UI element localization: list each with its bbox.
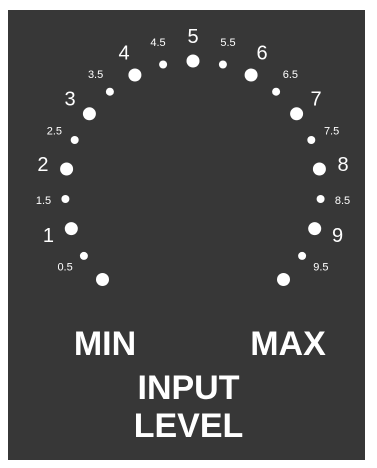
title-line-1: INPUT — [137, 369, 240, 407]
dial-label-4: 4 — [118, 43, 129, 65]
dial-dot-6 — [244, 68, 258, 82]
dial-marks: 0.5 1 1.5 2 2.5 3 3.5 4 4.5 5 5.5 6 6.5 7 7.5 8 8.5 9 9.5 — [36, 26, 350, 286]
dial-label-2: 2 — [37, 154, 48, 176]
dial-dot-10 — [277, 273, 290, 286]
dial-label-3-5: 3.5 — [88, 69, 103, 81]
dial-dot-9-5 — [298, 251, 307, 260]
dial-dot-3 — [82, 107, 96, 121]
dial-label-5: 5 — [187, 26, 198, 48]
dial-label-6: 6 — [256, 43, 267, 65]
dial-label-4-5: 4.5 — [150, 37, 165, 49]
dial-dot-4-5 — [159, 60, 168, 69]
dial-dot-4 — [128, 68, 142, 82]
dial-dot-6-5 — [272, 87, 281, 96]
dial-dot-7 — [290, 107, 304, 121]
dial-dot-8-5 — [316, 195, 325, 203]
dial-dot-0-5 — [79, 251, 88, 260]
max-label: MAX — [250, 325, 326, 363]
dial-label-3: 3 — [64, 89, 75, 111]
min-label: MIN — [74, 325, 136, 363]
control-title: INPUT LEVEL — [0, 369, 377, 445]
dial-label-1-5: 1.5 — [36, 195, 51, 207]
dial-dot-1 — [64, 222, 78, 236]
dial-label-1: 1 — [43, 225, 54, 247]
dial-label-2-5: 2.5 — [47, 126, 62, 138]
dial-label-9: 9 — [332, 225, 343, 247]
dial-dot-5 — [186, 54, 200, 68]
dial-dot-0 — [96, 273, 109, 286]
dial-label-6-5: 6.5 — [283, 69, 298, 81]
dial-dot-5-5 — [218, 60, 227, 69]
dial-label-7: 7 — [310, 89, 321, 111]
dial-dot-2-5 — [70, 136, 79, 144]
dial-label-7-5: 7.5 — [324, 126, 339, 138]
dial-dot-1-5 — [61, 195, 70, 203]
dial-label-0-5: 0.5 — [57, 261, 72, 273]
dial-label-5-5: 5.5 — [220, 37, 235, 49]
dial-dot-9 — [308, 222, 322, 236]
dial-dot-7-5 — [307, 136, 316, 144]
dial-dot-8 — [312, 162, 326, 176]
dial-label-8-5: 8.5 — [335, 195, 350, 207]
dial-label-9-5: 9.5 — [313, 261, 328, 273]
title-line-2: LEVEL — [133, 407, 244, 445]
dial-dot-3-5 — [105, 87, 114, 96]
dial-label-8: 8 — [338, 154, 349, 176]
dial-dot-2 — [60, 162, 74, 176]
